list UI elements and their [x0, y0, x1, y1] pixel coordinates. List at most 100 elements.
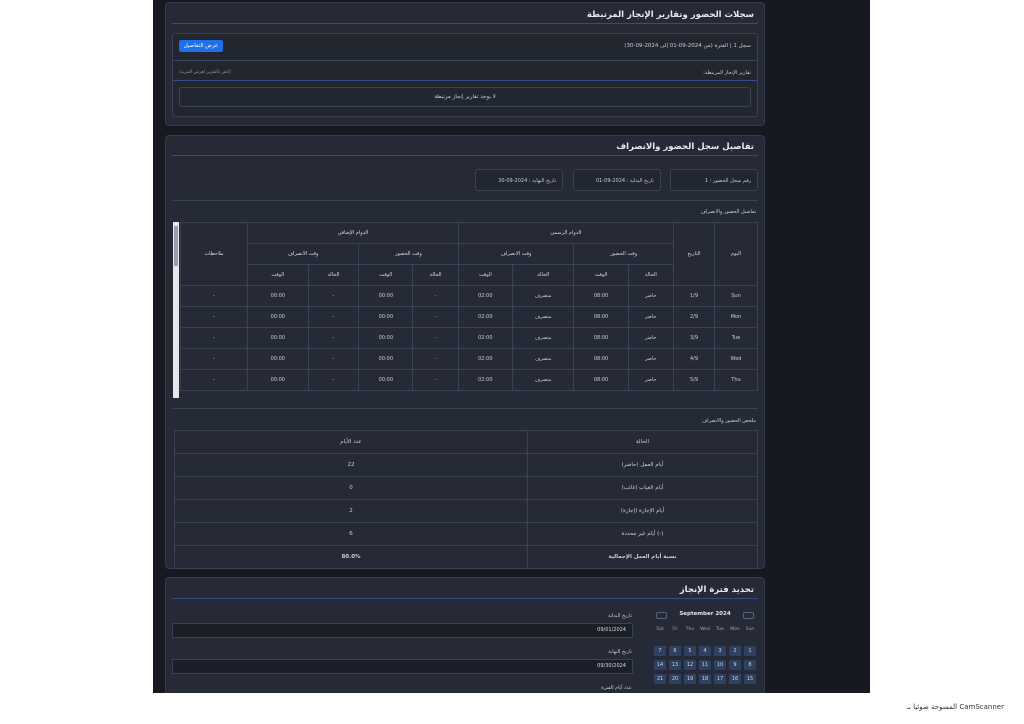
cell-extra-in-time: 00:00	[358, 306, 414, 328]
attendance-details-title: تفاصيل سجل الحضور والانصراف	[616, 142, 754, 152]
calendar-day[interactable]: 4	[699, 646, 711, 656]
cell-out-time: 02:00	[457, 348, 513, 370]
calendar-day[interactable]: 16	[729, 674, 741, 684]
summary-status: أيام غير محددة (-)	[527, 522, 758, 546]
cell-in-time: 08:00	[573, 285, 629, 307]
cell-notes: -	[180, 369, 248, 391]
cell-out-time: 02:00	[457, 306, 513, 328]
end-date: تاريخ النهاية : 2024-09-30	[498, 178, 556, 184]
cell-in-time: 08:00	[573, 348, 629, 370]
status-header: الحالة	[627, 264, 675, 286]
linked-reports-hint: (انقر بالتقرير لعرض المزيد)	[179, 70, 231, 75]
app-window: سجلات الحضور وتقارير الإنجاز المرتبطة سج…	[153, 0, 870, 693]
calendar-day[interactable]: 2	[729, 646, 741, 656]
cell-out-time: 02:00	[457, 285, 513, 307]
cell-out-time: 02:00	[457, 327, 513, 349]
calendar-day[interactable]: 19	[684, 674, 696, 684]
end-date-input[interactable]: 09/30/2024	[172, 659, 633, 674]
divider	[172, 200, 758, 201]
summary-count: 2	[174, 499, 528, 523]
col-official-header: الدوام الرسمي	[457, 222, 675, 244]
time-header: الوقت	[573, 264, 629, 286]
cell-in-time: 08:00	[573, 306, 629, 328]
cell-out-status: منصرف	[511, 327, 575, 349]
cell-extra-out-time: 00:00	[247, 327, 309, 349]
calendar-day[interactable]: 5	[684, 646, 696, 656]
calendar-day[interactable]: 9	[729, 660, 741, 670]
cell-day: Sun	[714, 285, 758, 307]
calendar-day[interactable]: 11	[699, 660, 711, 670]
summary-status: أيام الغياب (غائب)	[527, 476, 758, 500]
calendar-day[interactable]: 20	[669, 674, 681, 684]
cell-in-time: 08:00	[573, 327, 629, 349]
summary-table: عدد الأيام الحالة 22 أيام العمل (حاضر) 0…	[174, 430, 758, 569]
dow-thu: Thu	[685, 627, 695, 632]
start-date-box: تاريخ البداية : 2024-09-01	[573, 169, 661, 191]
cell-extra-out-time: 00:00	[247, 348, 309, 370]
cell-notes: -	[180, 306, 248, 328]
attendance-details-card: تفاصيل سجل الحضور والانصراف رقم سجل الحض…	[165, 135, 765, 569]
chevron-right-icon[interactable]	[743, 612, 754, 619]
calendar-day[interactable]: 21	[654, 674, 666, 684]
extra-checkout-header: وقت الانصراف	[246, 243, 360, 265]
calendar-day[interactable]: 13	[669, 660, 681, 670]
table-row: - 00:00 - 00:00 - 02:00 منصرف 08:00 حاضر…	[180, 285, 758, 307]
calendar-day[interactable]: 17	[714, 674, 726, 684]
time-header: الوقت	[247, 264, 309, 286]
no-reports-text: لا يوجد تقارير إنجاز مرتبطة	[434, 94, 496, 100]
cell-date: 5/9	[673, 369, 715, 391]
reports-card: سجلات الحضور وتقارير الإنجاز المرتبطة سج…	[165, 2, 765, 126]
title-divider	[172, 23, 758, 24]
official-checkout-header: وقت الانصراف	[457, 243, 575, 265]
calendar-day[interactable]: 7	[654, 646, 666, 656]
time-header: الوقت	[457, 264, 513, 286]
calendar-day[interactable]: 6	[669, 646, 681, 656]
dow-mon: Mon	[730, 627, 740, 632]
summary-total-value: 80.0%	[174, 545, 528, 569]
cell-date: 2/9	[673, 306, 715, 328]
period-days-label: عدد أيام الفترة	[601, 685, 632, 691]
cell-extra-in-status: -	[412, 285, 459, 307]
divider	[173, 60, 757, 61]
view-details-button[interactable]: عرض التفاصيل	[179, 40, 223, 52]
cell-extra-out-time: 00:00	[247, 285, 309, 307]
cell-notes: -	[180, 285, 248, 307]
record-box: سجل 1 | الفترة (من 2024-09-01 إلى 2024-0…	[172, 33, 758, 117]
cell-notes: -	[180, 348, 248, 370]
summary-count: 22	[174, 453, 528, 477]
calendar: September 2024 Sat Fri Thu Wed Tue Mon S…	[652, 608, 758, 693]
calendar-day[interactable]: 18	[699, 674, 711, 684]
col-notes-header: ملاحظات	[180, 222, 248, 286]
summary-row: 6 أيام غير محددة (-)	[174, 522, 758, 546]
linked-reports-label: تقارير الإنجاز المرتبطة:	[703, 70, 751, 76]
divider-accent	[173, 80, 757, 81]
cell-in-status: حاضر	[627, 369, 675, 391]
end-date-label: تاريخ النهاية :	[528, 178, 556, 184]
table-scrollbar-thumb[interactable]	[174, 226, 178, 266]
end-date-label: تاريخ النهاية	[608, 649, 632, 655]
table-row: - 00:00 - 00:00 - 02:00 منصرف 08:00 حاضر…	[180, 327, 758, 349]
start-date-input[interactable]: 09/01/2024	[172, 623, 633, 638]
cell-in-status: حاضر	[627, 348, 675, 370]
cell-extra-out-time: 00:00	[247, 369, 309, 391]
calendar-day[interactable]: 1	[744, 646, 756, 656]
calendar-day[interactable]: 15	[744, 674, 756, 684]
cell-date: 3/9	[673, 327, 715, 349]
status-header: الحالة	[307, 264, 360, 286]
calendar-day[interactable]: 14	[654, 660, 666, 670]
cell-out-status: منصرف	[511, 285, 575, 307]
calendar-day[interactable]: 10	[714, 660, 726, 670]
dow-sun: Sun	[745, 627, 755, 632]
calendar-day[interactable]: 12	[684, 660, 696, 670]
cell-extra-in-status: -	[412, 348, 459, 370]
start-date-label: تاريخ البداية :	[626, 178, 654, 184]
summary-total-label: نسبة أيام العمل الإجمالية	[527, 545, 758, 569]
reports-card-title: سجلات الحضور وتقارير الإنجاز المرتبطة	[586, 10, 754, 20]
attendance-table: ملاحظات الدوام الإضافي الدوام الرسمي الت…	[180, 222, 758, 391]
table-row: - 00:00 - 00:00 - 02:00 منصرف 08:00 حاضر…	[180, 369, 758, 391]
record-line: سجل 1 | الفترة (من 2024-09-01 إلى 2024-0…	[624, 43, 751, 49]
calendar-day[interactable]: 8	[744, 660, 756, 670]
period-card-title: تحديد فترة الإنجاز	[679, 585, 754, 595]
cell-in-status: حاضر	[627, 327, 675, 349]
calendar-day[interactable]: 3	[714, 646, 726, 656]
